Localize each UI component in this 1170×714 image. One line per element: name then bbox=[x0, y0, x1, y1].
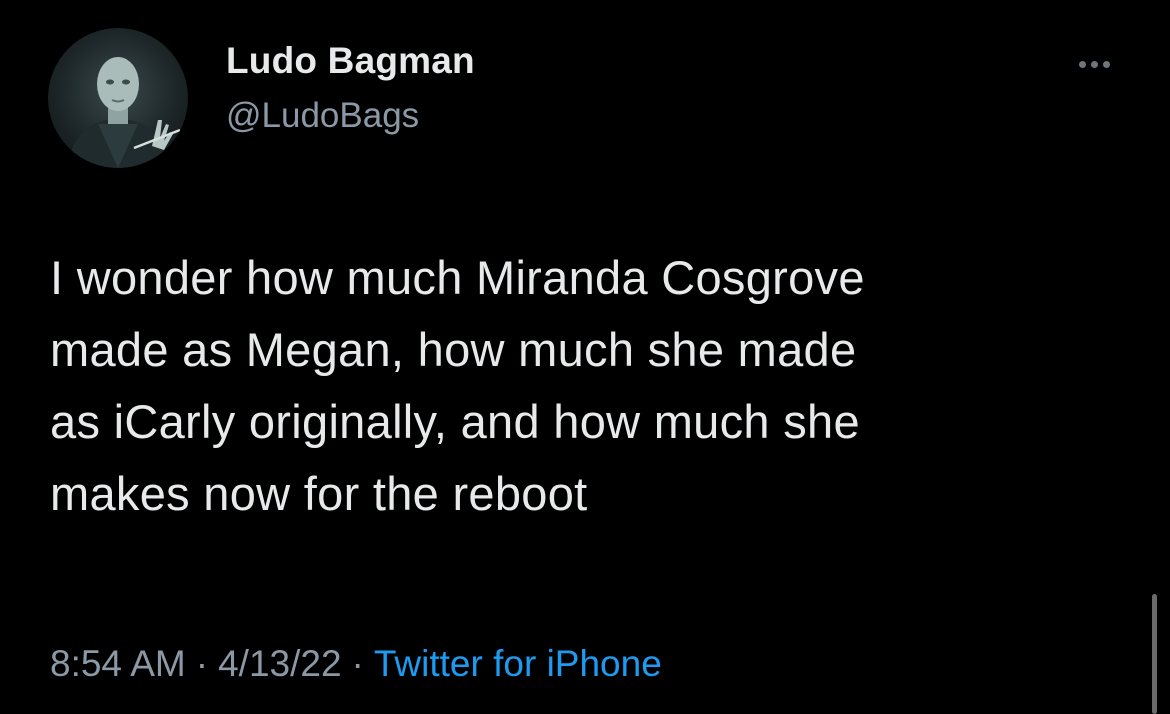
dot bbox=[1090, 60, 1098, 68]
tweet: Ludo Bagman @LudoBags I wonder how much … bbox=[0, 0, 1170, 714]
dot bbox=[1102, 60, 1110, 68]
tweet-date[interactable]: 4/13/22 bbox=[218, 643, 341, 684]
tweet-meta: 8:54 AM · 4/13/22 · Twitter for iPhone bbox=[50, 643, 662, 685]
dot bbox=[1078, 60, 1086, 68]
tweet-text: I wonder how much Miranda Cosgrove made … bbox=[50, 251, 865, 520]
meta-separator: · bbox=[195, 643, 209, 684]
meta-separator: · bbox=[351, 643, 364, 684]
tweet-source-link[interactable]: Twitter for iPhone bbox=[374, 643, 662, 684]
avatar[interactable] bbox=[48, 28, 188, 168]
more-options-button[interactable] bbox=[1066, 50, 1122, 78]
avatar-image bbox=[68, 57, 181, 168]
tweet-time[interactable]: 8:54 AM bbox=[50, 643, 186, 684]
display-name[interactable]: Ludo Bagman bbox=[226, 40, 475, 82]
more-dots-icon bbox=[1078, 60, 1110, 68]
user-handle[interactable]: @LudoBags bbox=[226, 96, 419, 136]
scrollbar[interactable] bbox=[1152, 594, 1157, 714]
